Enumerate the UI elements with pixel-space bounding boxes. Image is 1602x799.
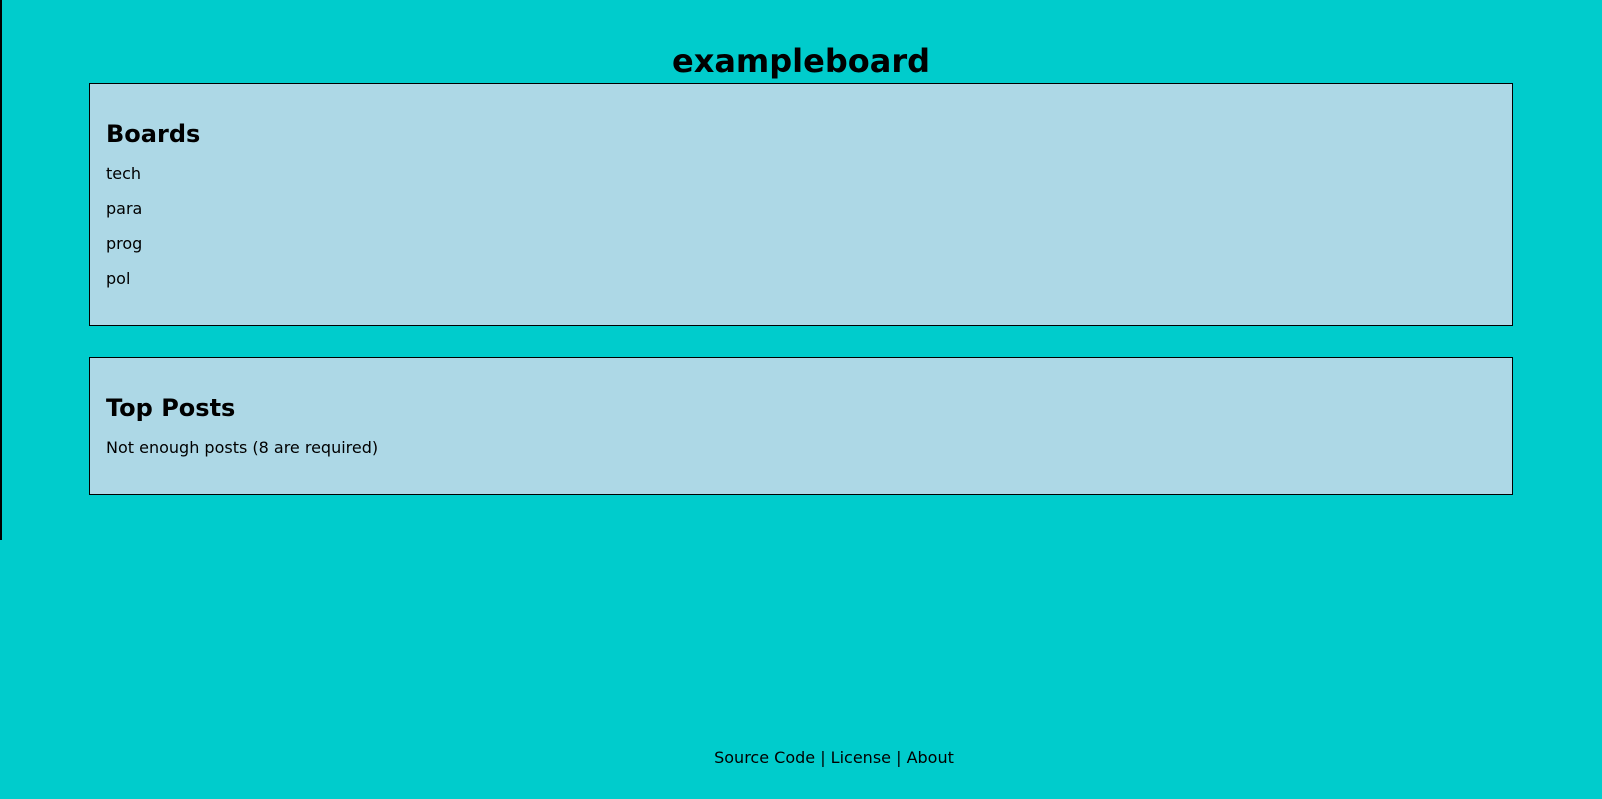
boards-heading: Boards bbox=[106, 120, 201, 148]
board-link-pol[interactable]: pol bbox=[106, 269, 130, 288]
board-list: tech para prog pol bbox=[106, 164, 1496, 304]
site-title: exampleboard bbox=[671, 42, 931, 81]
top-posts-notice: Not enough posts (8 are required) bbox=[106, 438, 379, 457]
license-link[interactable]: License bbox=[831, 748, 891, 767]
board-link-para[interactable]: para bbox=[106, 199, 142, 218]
about-link[interactable]: About bbox=[907, 748, 954, 767]
top-posts-panel: Top Posts Not enough posts (8 are requir… bbox=[89, 357, 1513, 495]
board-link-prog[interactable]: prog bbox=[106, 234, 142, 253]
board-link-tech[interactable]: tech bbox=[106, 164, 141, 183]
boards-panel: Boards tech para prog pol bbox=[89, 83, 1513, 326]
board-item-pol: pol bbox=[106, 269, 1496, 304]
board-item-tech: tech bbox=[106, 164, 1496, 199]
footer-separator: | bbox=[891, 748, 907, 767]
board-item-para: para bbox=[106, 199, 1496, 234]
source-code-link[interactable]: Source Code bbox=[714, 748, 815, 767]
footer: Source Code | License | About bbox=[0, 748, 1602, 768]
footer-separator: | bbox=[815, 748, 831, 767]
board-item-prog: prog bbox=[106, 234, 1496, 269]
top-posts-heading: Top Posts bbox=[106, 394, 236, 422]
